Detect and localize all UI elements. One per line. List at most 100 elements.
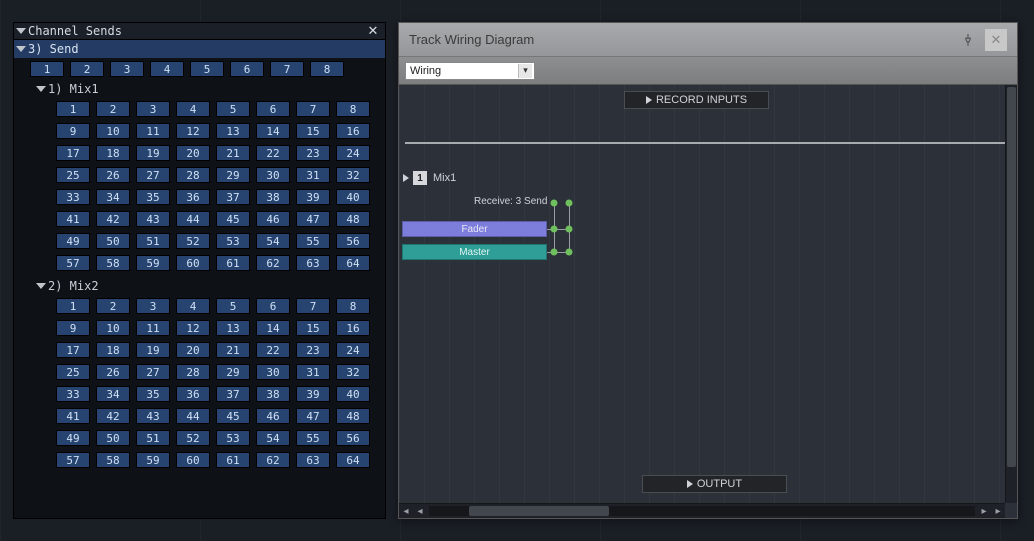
mix-cell[interactable]: 9 xyxy=(56,123,90,139)
mix-cell[interactable]: 29 xyxy=(216,364,250,380)
mix-cell[interactable]: 9 xyxy=(56,320,90,336)
horizontal-scrollbar[interactable]: ◂ ◂ ▸ ▸ xyxy=(399,503,1005,518)
mix-cell[interactable]: 18 xyxy=(96,145,130,161)
mix-cell[interactable]: 64 xyxy=(336,255,370,271)
mix-cell[interactable]: 61 xyxy=(216,255,250,271)
mix-cell[interactable]: 39 xyxy=(296,189,330,205)
mix-cell[interactable]: 12 xyxy=(176,320,210,336)
mix-cell[interactable]: 21 xyxy=(216,145,250,161)
vertical-scrollbar[interactable] xyxy=(1005,85,1017,503)
mix-cell[interactable]: 1 xyxy=(56,101,90,117)
mix-cell[interactable]: 26 xyxy=(96,364,130,380)
mix-cell[interactable]: 63 xyxy=(296,255,330,271)
mix-cell[interactable]: 15 xyxy=(296,320,330,336)
send-top-cell[interactable]: 3 xyxy=(110,61,144,77)
collapse-icon[interactable] xyxy=(36,283,46,289)
mix-cell[interactable]: 43 xyxy=(136,211,170,227)
mix-cell[interactable]: 25 xyxy=(56,364,90,380)
mix-cell[interactable]: 50 xyxy=(96,233,130,249)
mix-cell[interactable]: 21 xyxy=(216,342,250,358)
mix-cell[interactable]: 44 xyxy=(176,408,210,424)
mix-cell[interactable]: 29 xyxy=(216,167,250,183)
mix-cell[interactable]: 25 xyxy=(56,167,90,183)
send-top-cell[interactable]: 8 xyxy=(310,61,344,77)
close-icon[interactable]: ✕ xyxy=(985,29,1007,51)
scroll-left-fast-icon[interactable]: ◂ xyxy=(413,505,427,518)
mix-cell[interactable]: 51 xyxy=(136,430,170,446)
mix-cell[interactable]: 51 xyxy=(136,233,170,249)
mix-cell[interactable]: 57 xyxy=(56,255,90,271)
mix-cell[interactable]: 1 xyxy=(56,298,90,314)
mix-cell[interactable]: 31 xyxy=(296,364,330,380)
mix-cell[interactable]: 19 xyxy=(136,342,170,358)
mix-cell[interactable]: 62 xyxy=(256,255,290,271)
mix-cell[interactable]: 20 xyxy=(176,342,210,358)
mix-cell[interactable]: 47 xyxy=(296,408,330,424)
mix-cell[interactable]: 27 xyxy=(136,167,170,183)
wire-node[interactable] xyxy=(551,226,558,233)
collapse-icon[interactable] xyxy=(16,28,26,34)
mix-cell[interactable]: 54 xyxy=(256,233,290,249)
mix-cell[interactable]: 49 xyxy=(56,233,90,249)
mix-cell[interactable]: 60 xyxy=(176,255,210,271)
mix-cell[interactable]: 17 xyxy=(56,145,90,161)
mix-cell[interactable]: 23 xyxy=(296,145,330,161)
master-block[interactable]: Master xyxy=(402,244,547,260)
mix-cell[interactable]: 2 xyxy=(96,298,130,314)
close-icon[interactable]: ✕ xyxy=(365,23,381,39)
send-top-cell[interactable]: 1 xyxy=(30,61,64,77)
mix-cell[interactable]: 41 xyxy=(56,211,90,227)
mix-cell[interactable]: 54 xyxy=(256,430,290,446)
mix-cell[interactable]: 48 xyxy=(336,408,370,424)
mix-cell[interactable]: 8 xyxy=(336,101,370,117)
mix-cell[interactable]: 47 xyxy=(296,211,330,227)
mix-cell[interactable]: 19 xyxy=(136,145,170,161)
mix-cell[interactable]: 55 xyxy=(296,233,330,249)
mix-cell[interactable]: 24 xyxy=(336,342,370,358)
mix-cell[interactable]: 43 xyxy=(136,408,170,424)
mix-cell[interactable]: 15 xyxy=(296,123,330,139)
mix-cell[interactable]: 13 xyxy=(216,123,250,139)
wire-node[interactable] xyxy=(551,249,558,256)
mix-cell[interactable]: 41 xyxy=(56,408,90,424)
mix-cell[interactable]: 46 xyxy=(256,408,290,424)
mix-cell[interactable]: 6 xyxy=(256,101,290,117)
scrollbar-thumb[interactable] xyxy=(469,506,609,516)
mix-cell[interactable]: 57 xyxy=(56,452,90,468)
record-inputs-button[interactable]: RECORD INPUTS xyxy=(624,91,769,109)
mix-cell[interactable]: 45 xyxy=(216,211,250,227)
mix-cell[interactable]: 30 xyxy=(256,167,290,183)
mix-cell[interactable]: 35 xyxy=(136,189,170,205)
mix-cell[interactable]: 32 xyxy=(336,167,370,183)
mix-cell[interactable]: 58 xyxy=(96,255,130,271)
mix-header[interactable]: 2) Mix2 xyxy=(14,277,385,295)
mix-cell[interactable]: 38 xyxy=(256,189,290,205)
mix-cell[interactable]: 16 xyxy=(336,123,370,139)
mix-cell[interactable]: 50 xyxy=(96,430,130,446)
mix-cell[interactable]: 36 xyxy=(176,386,210,402)
mix-cell[interactable]: 13 xyxy=(216,320,250,336)
output-button[interactable]: OUTPUT xyxy=(642,475,787,493)
mix-cell[interactable]: 30 xyxy=(256,364,290,380)
collapse-icon[interactable] xyxy=(36,86,46,92)
mix-cell[interactable]: 64 xyxy=(336,452,370,468)
wiring-titlebar[interactable]: Track Wiring Diagram ✕ xyxy=(399,23,1017,57)
mix-cell[interactable]: 11 xyxy=(136,320,170,336)
mix-cell[interactable]: 2 xyxy=(96,101,130,117)
send-top-cell[interactable]: 6 xyxy=(230,61,264,77)
mix-cell[interactable]: 33 xyxy=(56,189,90,205)
mix-cell[interactable]: 28 xyxy=(176,167,210,183)
mix-cell[interactable]: 17 xyxy=(56,342,90,358)
send-top-cell[interactable]: 7 xyxy=(270,61,304,77)
wire-node[interactable] xyxy=(551,200,558,207)
mix-cell[interactable]: 22 xyxy=(256,145,290,161)
mix-cell[interactable]: 48 xyxy=(336,211,370,227)
mix-cell[interactable]: 14 xyxy=(256,320,290,336)
mix-cell[interactable]: 52 xyxy=(176,233,210,249)
mix-cell[interactable]: 40 xyxy=(336,189,370,205)
mix-cell[interactable]: 55 xyxy=(296,430,330,446)
mix-cell[interactable]: 4 xyxy=(176,101,210,117)
send-header[interactable]: 3) Send xyxy=(14,40,385,58)
mix-cell[interactable]: 5 xyxy=(216,101,250,117)
mix-cell[interactable]: 6 xyxy=(256,298,290,314)
